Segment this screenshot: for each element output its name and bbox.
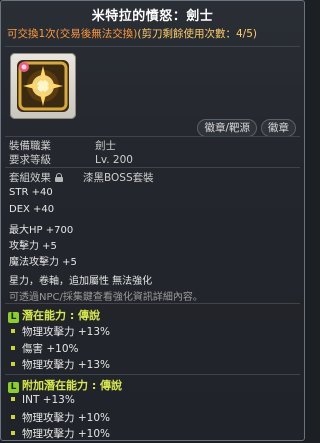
additional-potential-header: L 附加潛在能力 : 傳說 (8, 377, 122, 393)
stat-attack: 攻擊力 +5 (9, 241, 57, 252)
additional-potential-line: 物理攻擊力 +10% (11, 426, 110, 440)
legendary-badge-icon: L (8, 382, 19, 393)
divider (5, 136, 300, 137)
emblem-item-icon (17, 60, 69, 112)
trade-notice-main: 可交換1次(交易後無法交換) (7, 28, 138, 40)
set-row: 套組效果 漆黑BOSS套裝 (9, 170, 154, 185)
additional-potential-line: INT +13% (11, 394, 75, 406)
bullet-icon (11, 397, 15, 401)
set-label: 套組效果 (9, 172, 51, 184)
button-row: 徽章/靶源 徽章 (197, 119, 296, 137)
level-label: 要求等級 (9, 154, 51, 166)
divider (5, 303, 300, 304)
scissors-count: (剪刀剩餘使用次數：4/5) (137, 28, 257, 40)
bullet-icon (11, 415, 15, 419)
lock-icon (55, 173, 63, 182)
emblem-button[interactable]: 徽章 (261, 119, 296, 137)
divider (5, 167, 300, 168)
stat-maxhp: 最大HP +700 (9, 225, 74, 236)
item-tooltip: 米特拉的憤怒：劍士 可交換1次(交易後無法交換)(剪刀剩餘使用次數：4/5) 徽… (0, 0, 305, 441)
bullet-icon (11, 431, 15, 435)
level-row: 要求等級 Lv. 200 (9, 152, 133, 167)
level-value: Lv. 200 (95, 154, 133, 166)
potential-title: 潛在能力 : 傳說 (22, 309, 101, 322)
trade-notice: 可交換1次(交易後無法交換)(剪刀剩餘使用次數：4/5) (7, 26, 303, 41)
job-row: 裝備職業 劍士 (9, 138, 116, 153)
job-value: 劍士 (95, 140, 116, 152)
potential-line: 傷害 +10% (11, 341, 78, 356)
divider (5, 374, 300, 375)
set-value: 漆黑BOSS套裝 (83, 172, 154, 184)
item-icon-frame (10, 53, 76, 119)
emblem-source-button[interactable]: 徽章/靶源 (197, 119, 257, 137)
stat-str: STR +40 (9, 187, 53, 198)
stat-dex: DEX +40 (9, 204, 55, 215)
potential-line: 物理攻擊力 +13% (11, 357, 110, 372)
bullet-icon (11, 346, 15, 350)
divider (5, 46, 300, 47)
potential-header: L 潛在能力 : 傳說 (8, 307, 100, 323)
legendary-badge-icon: L (8, 312, 19, 323)
additional-potential-title: 附加潛在能力 : 傳說 (22, 379, 123, 392)
item-title: 米特拉的憤怒：劍士 (91, 9, 214, 24)
npc-note: 可透過NPC/採集鍵查看強化資訊詳細內容。 (9, 292, 203, 303)
potential-line: 物理攻擊力 +13% (11, 324, 110, 339)
stat-magic-attack: 魔法攻擊力 +5 (9, 257, 77, 268)
job-label: 裝備職業 (9, 140, 51, 152)
enhance-restriction: 星力，卷軸，追加屬性 無法強化 (9, 276, 153, 287)
additional-potential-line: 物理攻擊力 +10% (11, 410, 110, 425)
bullet-icon (11, 329, 15, 333)
bullet-icon (11, 362, 15, 366)
